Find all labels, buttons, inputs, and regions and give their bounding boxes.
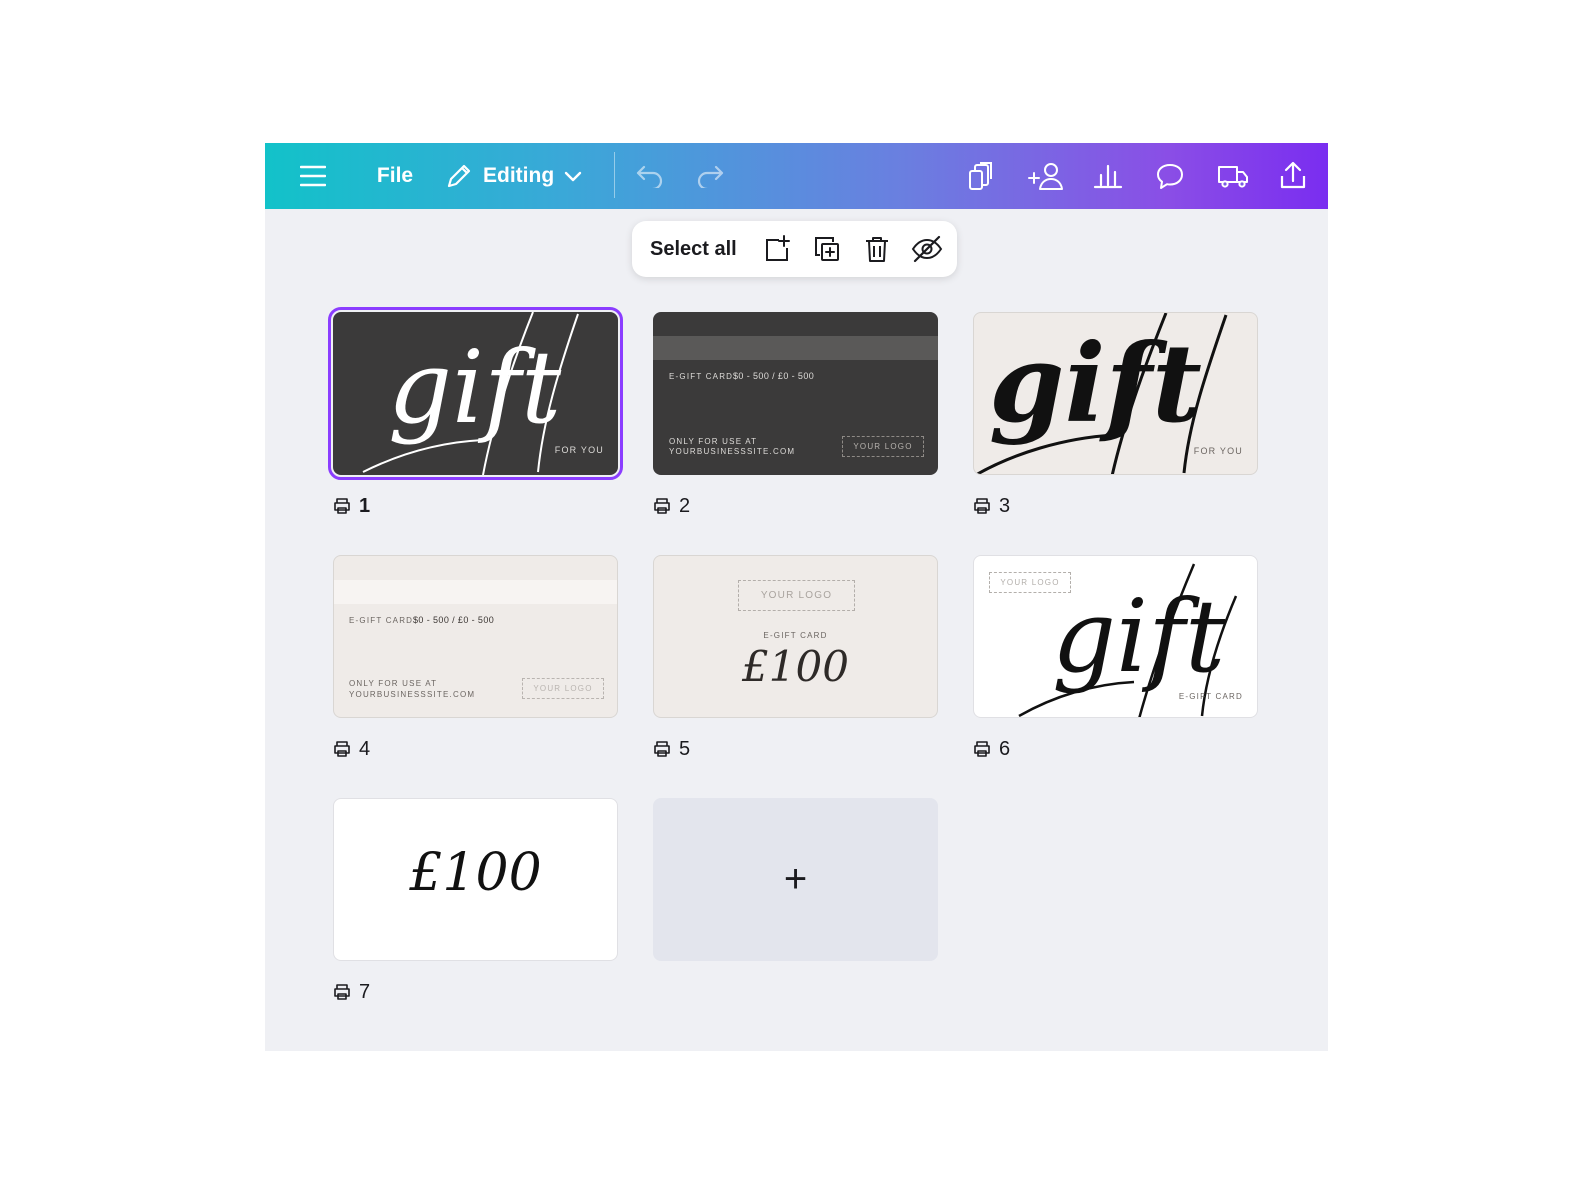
printer-icon — [334, 984, 350, 1000]
duplicate-page-button[interactable] — [811, 233, 843, 265]
printer-icon — [334, 498, 350, 514]
add-page-tile[interactable]: + — [653, 798, 938, 961]
delete-page-button[interactable] — [861, 233, 893, 265]
redo-button[interactable] — [690, 143, 730, 209]
undo-icon — [636, 165, 663, 188]
chevron-down-icon — [564, 171, 582, 182]
page-label-2: 2 — [653, 494, 690, 518]
duplicate-page-icon — [815, 237, 839, 261]
egift-label: E-GIFT CARD — [349, 616, 414, 625]
editing-mode-dropdown[interactable]: Editing — [445, 143, 595, 209]
insights-chart-icon — [1093, 164, 1123, 189]
egift-label: E-GIFT CARD — [1178, 692, 1243, 701]
card-tagline: FOR YOU — [554, 445, 604, 455]
redo-icon — [697, 165, 724, 188]
use-line-1: ONLY FOR USE AT — [349, 679, 438, 688]
page-thumbnail-6[interactable]: YOUR LOGO gift E-GIFT CARD — [973, 555, 1258, 718]
magnetic-strip — [653, 336, 938, 360]
printer-icon — [974, 498, 990, 514]
page-label-3: 3 — [973, 494, 1010, 518]
page-selection-toolbar: Select all — [632, 221, 957, 277]
amount-text: $0 - 500 / £0 - 500 — [733, 371, 815, 381]
use-line-2: YOURBUSINESSSITE.COM — [349, 690, 476, 699]
print-delivery-button[interactable] — [1211, 143, 1255, 209]
page-thumbnail-7[interactable]: £100 — [333, 798, 618, 961]
page-thumbnail-5[interactable]: YOUR LOGO E-GIFT CARD £100 — [653, 555, 938, 718]
svg-text:gift: gift — [989, 321, 1202, 447]
amount-text: $0 - 500 / £0 - 500 — [413, 615, 495, 625]
price-text: £100 — [409, 843, 542, 903]
page-thumbnail-3[interactable]: gift FOR YOU — [973, 312, 1258, 475]
file-label: File — [376, 164, 414, 187]
page-label-6: 6 — [973, 737, 1010, 761]
logo-placeholder: YOUR LOGO — [522, 678, 604, 699]
page-number: 1 — [359, 494, 371, 517]
design-pages-view: File Editing Select all gift FOR YOU 1 E… — [265, 143, 1328, 1051]
comment-icon — [1157, 164, 1183, 189]
price-text: £100 — [742, 642, 849, 691]
add-page-button[interactable] — [761, 233, 793, 265]
svg-text:gift: gift — [388, 329, 562, 446]
magnetic-strip — [334, 580, 617, 604]
select-all-button[interactable]: Select all — [650, 221, 737, 277]
trash-icon — [866, 237, 888, 262]
use-line-2: YOURBUSINESSSITE.COM — [669, 447, 796, 456]
plus-icon: + — [783, 857, 808, 901]
page-label-4: 4 — [333, 737, 370, 761]
printer-icon — [654, 498, 670, 514]
page-number: 4 — [359, 737, 371, 760]
top-toolbar: File Editing — [265, 143, 1328, 209]
page-number: 5 — [679, 737, 691, 760]
comment-button[interactable] — [1150, 143, 1190, 209]
page-number: 2 — [679, 494, 691, 517]
insights-button[interactable] — [1088, 143, 1128, 209]
hide-page-button[interactable] — [911, 233, 943, 265]
page-label-5: 5 — [653, 737, 690, 761]
editing-label: Editing — [483, 164, 555, 187]
page-number: 6 — [999, 737, 1011, 760]
page-number: 7 — [359, 980, 371, 1003]
share-people-icon — [1028, 163, 1063, 190]
use-line-1: ONLY FOR USE AT — [669, 437, 758, 446]
printer-icon — [654, 741, 670, 757]
add-page-icon — [766, 235, 790, 261]
egift-label: E-GIFT CARD — [763, 631, 828, 640]
print-delivery-truck-icon — [1218, 166, 1248, 188]
toolbar-divider — [614, 152, 615, 198]
printer-icon — [334, 741, 350, 757]
logo-placeholder: YOUR LOGO — [738, 580, 855, 611]
page-thumbnail-1[interactable]: gift FOR YOU — [328, 307, 623, 480]
pencil-icon — [447, 164, 471, 188]
page-label-1: 1 — [333, 494, 370, 518]
undo-button[interactable] — [630, 143, 670, 209]
logo-placeholder: YOUR LOGO — [842, 436, 924, 457]
share-people-button[interactable] — [1021, 143, 1071, 209]
page-thumbnail-4[interactable]: E-GIFT CARD $0 - 500 / £0 - 500 ONLY FOR… — [333, 555, 618, 718]
file-menu-button[interactable]: File — [365, 143, 425, 209]
page-number: 3 — [999, 494, 1011, 517]
page-thumbnail-2[interactable]: E-GIFT CARD $0 - 500 / £0 - 500 ONLY FOR… — [653, 312, 938, 475]
resize-pages-button[interactable] — [961, 143, 1001, 209]
share-upload-icon — [1280, 161, 1306, 189]
card-tagline: FOR YOU — [1193, 446, 1243, 456]
main-menu-button[interactable] — [293, 143, 333, 209]
hide-icon — [911, 235, 943, 263]
page-label-7: 7 — [333, 980, 370, 1004]
svg-text:gift: gift — [1052, 578, 1226, 695]
egift-label: E-GIFT CARD — [669, 372, 734, 381]
menu-icon — [300, 165, 326, 187]
resize-pages-icon — [969, 162, 992, 190]
share-button[interactable] — [1273, 143, 1313, 209]
printer-icon — [974, 741, 990, 757]
